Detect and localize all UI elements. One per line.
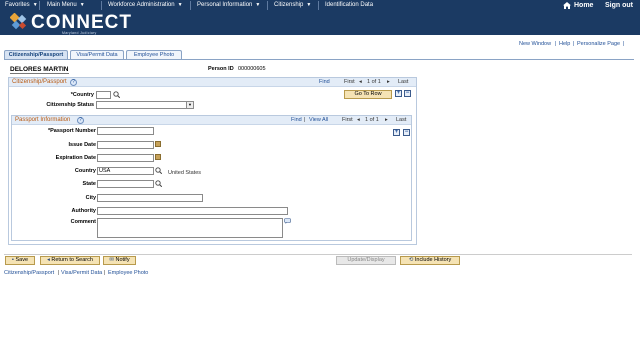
connect-logo-icon — [10, 13, 27, 30]
top-navigation-bar: Favorites ▼ Main Menu ▼ Workforce Administ… — [0, 0, 640, 11]
footer-link-citizenship-passport[interactable]: Citizenship/Passport — [4, 270, 54, 276]
passport-country-label: Country — [74, 168, 96, 174]
issue-date-input[interactable] — [97, 141, 154, 149]
citizenship-find-link[interactable]: Find — [319, 79, 330, 85]
footer-separator: | — [104, 270, 106, 276]
person-id-value: 000000605 — [238, 66, 266, 72]
chevron-down-icon: ▼ — [186, 102, 193, 108]
button-bar-divider — [4, 254, 632, 255]
country-label: *Country — [70, 92, 94, 98]
comment-label: Comment — [70, 219, 96, 225]
citizenship-status-label: Citizenship Status — [46, 102, 94, 108]
personalize-page-link[interactable]: Personalize Page — [577, 41, 620, 47]
menu-divider — [101, 1, 102, 10]
sign-out-link[interactable]: Sign out — [605, 2, 633, 9]
footer-link-visa-permit-data[interactable]: Visa/Permit Data — [61, 270, 102, 276]
next-arrow-icon: ▸ — [385, 117, 388, 123]
chevron-down-icon: ▼ — [32, 2, 38, 8]
passport-country-input[interactable]: USA — [97, 167, 154, 175]
first-arrow-icon: ◂ — [359, 79, 362, 85]
home-icon — [563, 2, 571, 9]
menu-identification-data[interactable]: Identification Data — [325, 2, 373, 8]
utility-separator: | — [555, 41, 557, 47]
notify-button[interactable]: ✉ Notify — [103, 256, 136, 265]
citizenship-first-label: First — [344, 79, 355, 85]
search-icon[interactable] — [155, 180, 162, 187]
state-input[interactable] — [97, 180, 154, 188]
calendar-icon[interactable] — [155, 141, 161, 147]
citizenship-status-select[interactable]: ▼ — [96, 101, 194, 109]
citizenship-country-input[interactable] — [96, 91, 111, 99]
authority-label: Authority — [71, 208, 96, 214]
help-icon[interactable]: ? — [77, 117, 84, 124]
passport-first-label: First — [342, 117, 353, 123]
add-row-icon[interactable]: + — [393, 129, 400, 136]
chevron-down-icon: ▼ — [255, 2, 261, 8]
expiration-date-input[interactable] — [97, 154, 154, 162]
menu-workforce-administration[interactable]: Workforce Administration ▼ — [108, 2, 183, 8]
menu-personal-information[interactable]: Personal Information ▼ — [197, 2, 260, 8]
person-id-label: Person ID — [208, 66, 234, 72]
footer-link-employee-photo[interactable]: Employee Photo — [108, 270, 148, 276]
chevron-down-icon: ▼ — [306, 2, 312, 8]
passport-number-label: *Passport Number — [48, 128, 96, 134]
new-window-link[interactable]: New Window — [519, 41, 551, 47]
delete-row-icon[interactable]: − — [404, 90, 411, 97]
update-display-button[interactable]: Update/Display — [336, 256, 396, 265]
passport-number-input[interactable] — [97, 127, 154, 135]
next-arrow-icon: ▸ — [387, 79, 390, 85]
menu-divider — [190, 1, 191, 10]
utility-separator: | — [573, 41, 575, 47]
help-icon[interactable]: ? — [70, 79, 77, 86]
delete-row-icon[interactable]: − — [403, 129, 410, 136]
comment-textarea[interactable] — [97, 218, 283, 238]
state-label: State — [82, 181, 96, 187]
go-to-row-button[interactable]: Go To Row — [344, 90, 392, 99]
brand-subtitle: Maryland Judiciary — [62, 31, 97, 35]
add-row-icon[interactable]: + — [395, 90, 402, 97]
menu-divider — [39, 1, 40, 10]
footer-separator: | — [58, 270, 60, 276]
help-link[interactable]: Help — [559, 41, 570, 47]
menu-citizenship[interactable]: Citizenship ▼ — [274, 2, 311, 8]
search-icon[interactable] — [155, 167, 162, 174]
save-button[interactable]: ▪ Save — [5, 256, 35, 265]
passport-country-description: United States — [168, 170, 202, 176]
chevron-down-icon: ▼ — [79, 2, 85, 8]
menu-divider — [267, 1, 268, 10]
passport-last-label: Last — [396, 117, 407, 123]
search-icon[interactable] — [113, 91, 120, 98]
spellcheck-icon[interactable] — [284, 218, 291, 224]
passport-find-link[interactable]: Find — [291, 117, 302, 123]
chevron-down-icon: ▼ — [177, 2, 183, 8]
menu-divider — [318, 1, 319, 10]
citizenship-section-title: Citizenship/Passport — [12, 79, 67, 85]
passport-view-all-link[interactable]: View All — [309, 117, 328, 123]
utility-separator: | — [623, 41, 625, 47]
menu-favorites[interactable]: Favorites ▼ — [5, 2, 38, 8]
passport-pager: 1 of 1 — [365, 117, 379, 123]
city-input[interactable] — [97, 194, 203, 202]
citizenship-last-label: Last — [398, 79, 409, 85]
calendar-icon[interactable] — [155, 154, 161, 160]
home-link[interactable]: Home — [574, 2, 593, 9]
menu-main-menu[interactable]: Main Menu ▼ — [47, 2, 85, 8]
tab-underline — [4, 59, 634, 60]
citizenship-pager: 1 of 1 — [367, 79, 381, 85]
include-history-button[interactable]: ⟲ Include History — [400, 256, 460, 265]
issue-date-label: Issue Date — [68, 142, 96, 148]
authority-input[interactable] — [97, 207, 288, 215]
city-label: City — [85, 195, 96, 201]
return-to-search-button[interactable]: ◂ Return to Search — [40, 256, 100, 265]
passport-section-title: Passport Information — [15, 117, 71, 123]
expiration-date-label: Expiration Date — [55, 155, 96, 161]
employee-name: DELORES MARTIN — [10, 66, 69, 74]
first-arrow-icon: ◂ — [357, 117, 360, 123]
link-separator: | — [304, 117, 306, 123]
